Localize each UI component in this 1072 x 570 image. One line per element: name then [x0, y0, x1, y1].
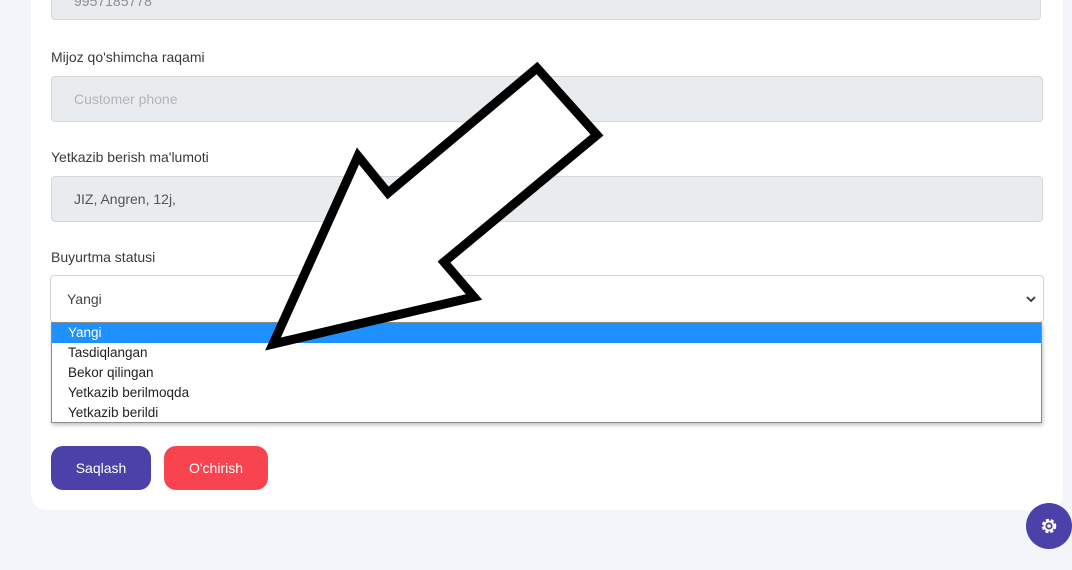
arrow-annotation-icon — [265, 61, 604, 351]
